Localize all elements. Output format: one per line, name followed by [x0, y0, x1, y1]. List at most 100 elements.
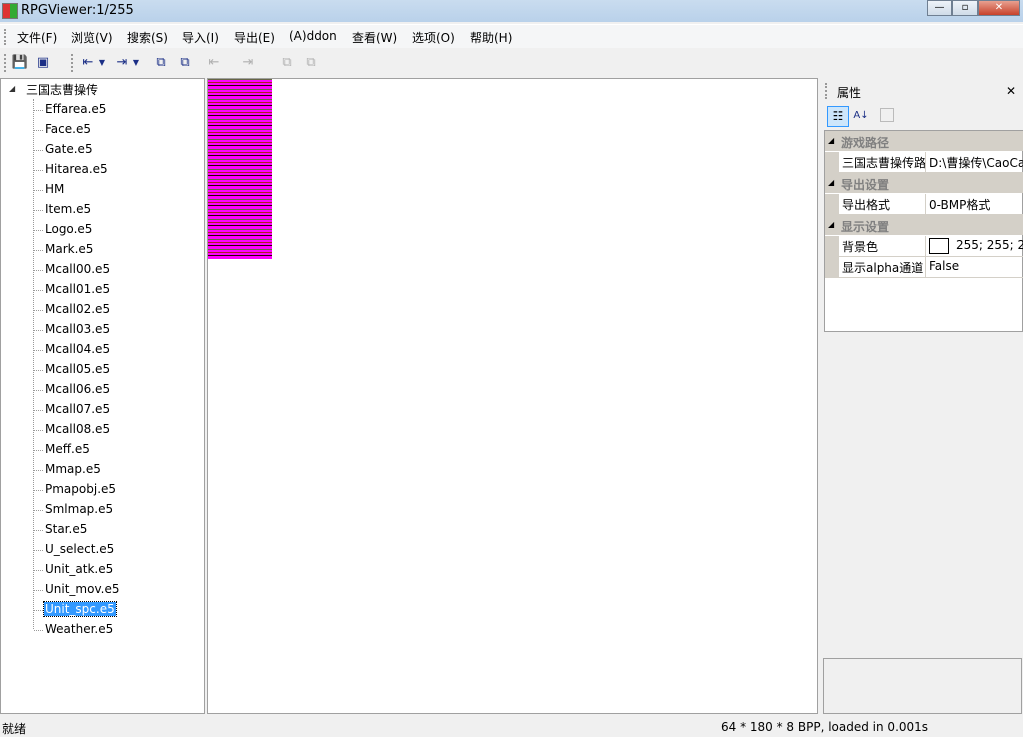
tree-line — [34, 530, 43, 531]
property-value[interactable]: False — [926, 257, 1023, 277]
category-game-path[interactable]: 游戏路径 — [825, 131, 1023, 151]
tree-line — [34, 450, 43, 451]
category-display-settings[interactable]: 显示设置 — [825, 215, 1023, 235]
tree-line — [34, 610, 43, 611]
tree-item[interactable]: Unit_atk.e5 — [44, 562, 114, 576]
tree-item[interactable]: Meff.e5 — [44, 442, 91, 456]
menu-search[interactable]: 搜索(S) — [127, 29, 168, 46]
collapse-icon[interactable]: ◢ — [828, 178, 834, 187]
tree-line — [34, 190, 43, 191]
tree-line — [34, 230, 43, 231]
import-icon[interactable]: ⇤ — [79, 54, 97, 72]
tree-item[interactable]: Weather.e5 — [44, 622, 114, 636]
collapse-icon[interactable]: ◢ — [828, 136, 834, 145]
tree-item[interactable]: Mcall00.e5 — [44, 262, 111, 276]
app-icon — [2, 3, 18, 19]
import-dropdown-icon[interactable]: ▼ — [97, 54, 107, 72]
export-dropdown-icon[interactable]: ▼ — [131, 54, 141, 72]
save-all-icon[interactable]: ▣ — [34, 54, 52, 72]
toolbar-grip[interactable] — [71, 54, 74, 72]
property-value[interactable]: 0-BMP格式 — [926, 194, 1023, 214]
close-button[interactable]: ✕ — [978, 0, 1020, 16]
tree-line — [34, 410, 43, 411]
toolbar: 💾 ▣ ⇤ ▼ ⇥ ▼ ⧉ ⧉ ⇤ ⇥ ⧉ ⧉ — [0, 50, 1023, 76]
file-tree[interactable]: ◢ 三国志曹操传 Effarea.e5 Face.e5 Gate.e5 Hitarea… — [0, 78, 205, 714]
tree-item[interactable]: Mcall03.e5 — [44, 322, 111, 336]
menu-import[interactable]: 导入(I) — [182, 29, 219, 46]
property-row[interactable]: 导出格式 0-BMP格式 — [825, 194, 1023, 215]
export-disabled-icon: ⇥ — [242, 55, 254, 70]
tree-item[interactable]: Mcall06.e5 — [44, 382, 111, 396]
tree-item[interactable]: Gate.e5 — [44, 142, 94, 156]
tree-line — [34, 590, 43, 591]
import-disabled-icon: ⇤ — [208, 55, 220, 70]
tree-item[interactable]: Mcall04.e5 — [44, 342, 111, 356]
property-key: 导出格式 — [825, 194, 926, 214]
panel-grip[interactable] — [825, 83, 828, 99]
export-all-icon[interactable]: ⧉ — [176, 54, 194, 72]
tree-item[interactable]: Mcall01.e5 — [44, 282, 111, 296]
property-row[interactable]: 显示alpha通道 False — [825, 257, 1023, 278]
menu-options[interactable]: 选项(O) — [412, 29, 455, 46]
property-key: 三国志曹操传路 — [825, 152, 926, 172]
collapse-icon[interactable]: ◢ — [828, 220, 834, 229]
tree-root[interactable]: 三国志曹操传 — [26, 81, 98, 98]
tree-item[interactable]: U_select.e5 — [44, 542, 115, 556]
export-icon[interactable]: ⇥ — [113, 54, 131, 72]
category-label: 导出设置 — [841, 178, 890, 192]
menu-export[interactable]: 导出(E) — [234, 29, 275, 46]
tree-item[interactable]: Mcall02.e5 — [44, 302, 111, 316]
tree-item[interactable]: Smlmap.e5 — [44, 502, 114, 516]
tree-item[interactable]: Face.e5 — [44, 122, 92, 136]
collapse-icon[interactable]: ◢ — [9, 84, 15, 93]
tree-item[interactable]: Unit_spc.e5 — [43, 601, 117, 617]
categorized-view-icon[interactable]: ☷ — [827, 106, 849, 127]
tree-item[interactable]: Logo.e5 — [44, 222, 93, 236]
property-value[interactable]: D:\曹操传\CaoCao — [926, 152, 1023, 172]
tree-line — [34, 150, 43, 151]
menu-file[interactable]: 文件(F) — [17, 29, 57, 46]
image-info: 64 * 180 * 8 BPP, loaded in 0.001s — [721, 720, 929, 734]
tree-item[interactable]: Effarea.e5 — [44, 102, 107, 116]
menu-addon[interactable]: (A)ddon — [289, 29, 337, 43]
import-all-icon[interactable]: ⧉ — [152, 54, 170, 72]
toolbar-grip[interactable] — [4, 54, 7, 72]
minimize-button[interactable]: — — [927, 0, 952, 16]
image-viewer[interactable] — [207, 78, 818, 714]
property-description — [823, 658, 1022, 714]
property-value[interactable]: 255; 255; 255 — [926, 236, 1023, 256]
sprite-image — [208, 79, 272, 259]
property-grid[interactable]: 游戏路径 三国志曹操传路 D:\曹操传\CaoCao 导出设置 导出格式 0-BMP… — [824, 130, 1023, 332]
title-bar: RPGViewer:1/255 — ▫ ✕ — [0, 0, 1023, 22]
tree-item[interactable]: Mark.e5 — [44, 242, 94, 256]
property-row[interactable]: 三国志曹操传路 D:\曹操传\CaoCao — [825, 152, 1023, 173]
tree-item[interactable]: Mcall05.e5 — [44, 362, 111, 376]
tree-item[interactable]: Hitarea.e5 — [44, 162, 109, 176]
color-swatch — [929, 238, 949, 254]
save-icon[interactable]: 💾 — [11, 54, 29, 72]
tree-item[interactable]: HM — [44, 182, 65, 196]
category-export-settings[interactable]: 导出设置 — [825, 173, 1023, 193]
menu-view[interactable]: 查看(W) — [352, 29, 397, 46]
tree-item[interactable]: Item.e5 — [44, 202, 92, 216]
tree-line — [34, 430, 43, 431]
tree-item[interactable]: Mcall07.e5 — [44, 402, 111, 416]
sort-alpha-icon[interactable]: A↓ — [851, 106, 871, 127]
close-icon[interactable]: ✕ — [1006, 84, 1016, 98]
menu-grip[interactable] — [4, 29, 7, 45]
property-row[interactable]: 背景色 255; 255; 255 — [825, 236, 1023, 257]
status-bar: 就绪 64 * 180 * 8 BPP, loaded in 0.001s — [0, 716, 1023, 736]
tree-item[interactable]: Unit_mov.e5 — [44, 582, 120, 596]
tree-line — [34, 490, 43, 491]
properties-panel: 属性 ✕ ☷ A↓ 游戏路径 三国志曹操传路 D:\曹操传\CaoCao 导出设置… — [822, 78, 1023, 655]
restore-button[interactable]: ▫ — [952, 0, 978, 16]
tree-item[interactable]: Star.e5 — [44, 522, 88, 536]
tree-item[interactable]: Pmapobj.e5 — [44, 482, 117, 496]
category-label: 显示设置 — [841, 220, 890, 234]
tree-item[interactable]: Mmap.e5 — [44, 462, 102, 476]
menu-help[interactable]: 帮助(H) — [470, 29, 512, 46]
tree-item[interactable]: Mcall08.e5 — [44, 422, 111, 436]
properties-header: 属性 ✕ — [822, 80, 1023, 102]
category-label: 游戏路径 — [841, 136, 890, 150]
menu-browse[interactable]: 浏览(V) — [71, 29, 113, 46]
